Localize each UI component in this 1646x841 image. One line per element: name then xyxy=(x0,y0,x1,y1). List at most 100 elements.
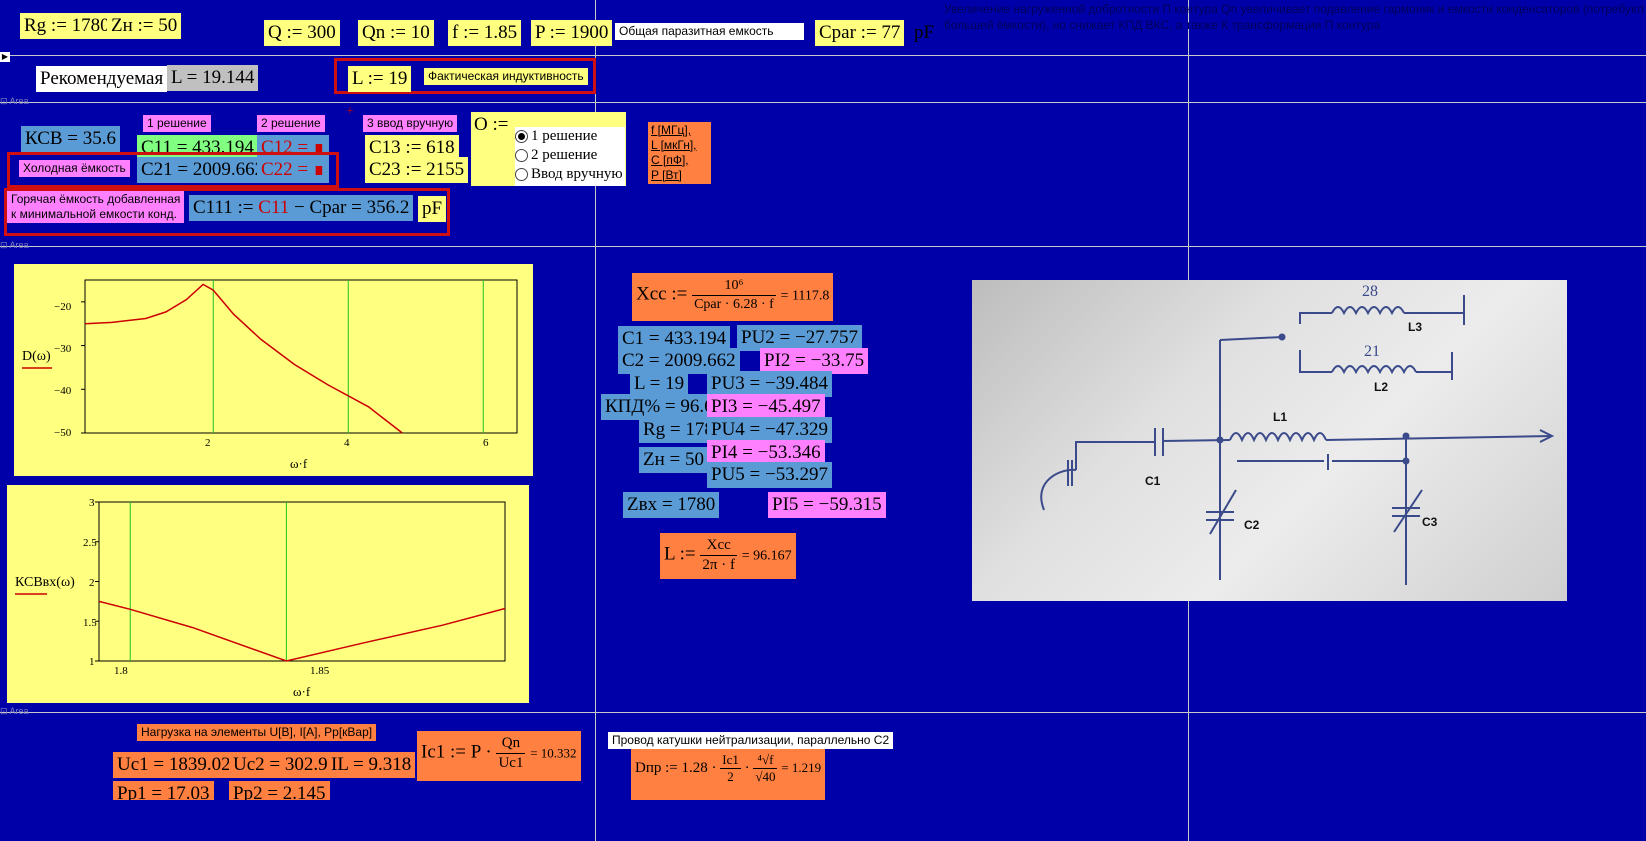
c111-rest: − Cpar = 356.2 xyxy=(289,197,410,218)
junction-dot xyxy=(1216,436,1224,444)
ic1-numerator: Qn xyxy=(496,734,526,754)
region-divider xyxy=(0,246,1646,247)
f-definition[interactable]: f := 1.85 xyxy=(448,20,522,46)
radio-option-1[interactable]: 1 решение xyxy=(515,127,625,146)
parasitic-label: Общая паразитная емкость xyxy=(615,23,804,40)
x-tick-label: 1.8 xyxy=(114,665,128,677)
l-result: = 96.167 xyxy=(741,548,792,564)
chart-1-plot-area xyxy=(84,279,518,434)
y-tick-label: 3 xyxy=(89,497,95,509)
schematic-wire xyxy=(1040,468,1077,511)
radio-option-label: 2 решение xyxy=(531,147,598,163)
p-definition[interactable]: P := 1900 xyxy=(531,20,613,46)
load-label: Нагрузка на элементы U[В], I[А], Pp[кВар… xyxy=(137,724,377,741)
cursor-cross-icon: + xyxy=(346,104,354,119)
recommended-label: Рекомендуемая xyxy=(36,66,168,92)
unit-item: f [МГц], xyxy=(651,123,692,137)
pp2-result: Pp2 = 2.145 xyxy=(229,781,330,800)
l-formula: L := Xcc 2π · f = 96.167 xyxy=(660,533,796,579)
dpr-numerator: ⁴√f xyxy=(753,752,778,770)
ic1-formula: Ic1 := P · Qn Uc1 = 10.332 xyxy=(417,731,581,781)
y-tick-label: 2 xyxy=(89,577,95,589)
c3-variable-arrow xyxy=(1393,489,1423,533)
zvx-result: Zвх = 1780 xyxy=(623,492,720,518)
pi2-result: PI2 = −33.75 xyxy=(760,348,869,374)
c111-formula: C111 := C11 − Cpar = 356.2 xyxy=(189,195,414,221)
region-lock-icon[interactable]: ⊡ Area xyxy=(0,240,29,251)
dpr-denominator: √40 xyxy=(755,769,776,785)
qn-definition[interactable]: Qn := 10 xyxy=(358,20,434,46)
cold-capacitance-label: Холодная ёмкость xyxy=(19,160,130,177)
xcc-result: = 1117.8 xyxy=(780,288,830,304)
radio-checked-icon[interactable] xyxy=(515,130,528,144)
y-axis-label: КСВвх(ω) xyxy=(15,575,75,590)
radio-option-label: 1 решение xyxy=(531,128,598,144)
region-lock-icon[interactable]: ⊡ Area xyxy=(0,706,29,717)
dpr-formula: Dпр := 1.28 · Ic1 2 · ⁴√f √40 = 1.219 xyxy=(631,749,826,800)
unit-item: C [пФ], xyxy=(651,153,689,167)
unit-item: L [мкГн], xyxy=(651,138,697,152)
y-tick-label: 1.5 xyxy=(83,617,97,629)
cpar-definition[interactable]: Cpar := 77 xyxy=(815,20,905,46)
radio-option-3[interactable]: Ввод вручную xyxy=(515,165,625,184)
y-tick-label: −40 xyxy=(54,385,72,397)
radio-group: 1 решение 2 решение Ввод вручную xyxy=(515,127,625,186)
chart-1-panel: −20 −30 −40 −50 2 4 6 D(ω) ω·f xyxy=(14,264,533,476)
l1-coil xyxy=(1229,432,1327,443)
radio-option-2[interactable]: 2 решение xyxy=(515,146,625,165)
pu3-result: PU3 = −39.484 xyxy=(707,371,832,397)
q-definition[interactable]: Q := 300 xyxy=(264,20,340,46)
schematic-label: L3 xyxy=(1408,320,1422,334)
dpr-lhs: Dпр := 1.28 · xyxy=(635,760,717,777)
radio-unchecked-icon[interactable] xyxy=(515,149,528,163)
radio-unchecked-icon[interactable] xyxy=(515,168,528,182)
wire-label: Провод катушки нейтрализации, параллельн… xyxy=(608,732,894,749)
schematic-wire xyxy=(1075,441,1155,470)
schematic-label: 28 xyxy=(1362,283,1378,300)
l-actual-definition[interactable]: L := 19 xyxy=(348,66,412,92)
pu4-result: PU4 = −47.329 xyxy=(707,417,832,443)
x-tick-label: 1.85 xyxy=(310,665,330,677)
y-tick-label: 1 xyxy=(89,656,95,668)
pi3-result: PI3 = −45.497 xyxy=(707,394,825,420)
y-tick-label: 2.5 xyxy=(83,537,97,549)
hot-capacitance-label: Горячая ёмкость добавленная к минимально… xyxy=(7,191,185,223)
pu2-result: PU2 = −27.757 xyxy=(737,325,862,351)
radio-option-label: Ввод вручную xyxy=(531,166,623,182)
hot-label-line: к минимальной емкости конд. xyxy=(11,207,177,221)
region-lock-icon[interactable]: ⊡ Area xyxy=(0,96,29,107)
uc1-result: Uc1 = 1839.021 xyxy=(113,752,245,778)
c21-result: C21 = 2009.662 xyxy=(137,157,269,183)
radio-var: O := xyxy=(474,114,509,135)
c2-result: C2 = 2009.662 xyxy=(618,348,740,374)
schematic-label: L2 xyxy=(1374,380,1388,394)
xcc-numerator: 10⁶ xyxy=(692,277,776,296)
chart-1-svg: −20 −30 −40 −50 2 4 6 D(ω) ω·f xyxy=(22,279,518,471)
pu5-result: PU5 = −53.297 xyxy=(707,462,832,488)
y-tick-label: −30 xyxy=(54,343,72,355)
schematic-label: C3 xyxy=(1422,515,1438,529)
dpr-result: = 1.219 xyxy=(781,760,822,776)
c111-c11-ref: C11 xyxy=(258,197,290,218)
ksv-result: КСВ = 35.6 xyxy=(21,126,121,152)
y-tick-label: −50 xyxy=(54,427,72,439)
rg-definition[interactable]: Rg := 1780 xyxy=(20,13,114,39)
il-result: IL = 9.318 xyxy=(327,752,416,778)
pp1-result: Pp1 = 17.03 xyxy=(113,781,214,800)
dpr-numerator: Ic1 xyxy=(720,752,741,770)
junction-dot xyxy=(1402,457,1410,465)
collapse-arrow-icon[interactable]: ▶ xyxy=(0,52,10,62)
hot-label-line: Горячая ёмкость добавленная xyxy=(11,192,181,206)
zn-definition[interactable]: Zн := 50 xyxy=(107,13,182,39)
c23-definition[interactable]: C23 := 2155 xyxy=(365,157,469,183)
region-divider xyxy=(0,55,1646,56)
note-line: большей ёмкости), но снижает КПД ВКС, а … xyxy=(944,18,1381,32)
y-tick-label: −20 xyxy=(54,301,72,313)
x-axis-label: ω·f xyxy=(293,684,311,699)
region-divider xyxy=(0,712,1646,713)
zn-result: Zн = 50 xyxy=(639,447,708,473)
l-recommended-value: L = 19.144 xyxy=(167,65,259,91)
actual-inductance-label: Фактическая индуктивность xyxy=(424,68,588,85)
ic1-denominator: Uc1 xyxy=(498,754,524,771)
unit-item: P [Вт] xyxy=(651,168,682,182)
